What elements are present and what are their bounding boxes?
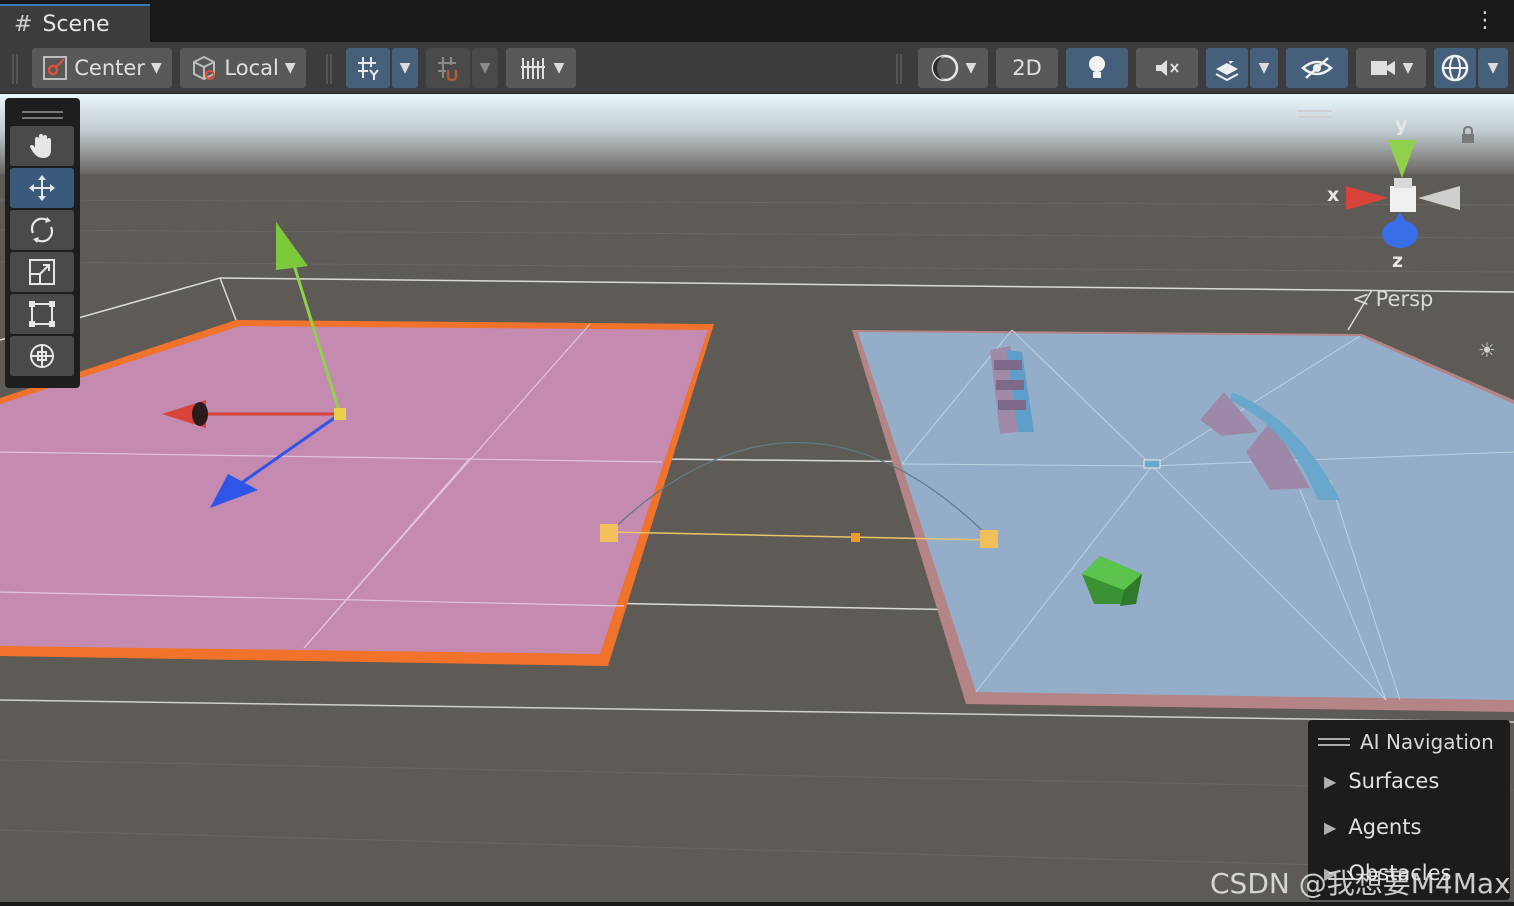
gizmos-toggle-button[interactable]: [1434, 48, 1476, 88]
effects-dropdown[interactable]: ▼: [1250, 48, 1278, 88]
grid-hash-icon: #: [14, 11, 33, 37]
chevron-down-icon: ▼: [965, 60, 977, 76]
tab-scene-label: Scene: [42, 11, 110, 37]
expand-triangle-icon: ▶: [1324, 817, 1337, 837]
eye-hidden-icon: [1301, 57, 1333, 79]
gizmo-globe-icon: [1441, 54, 1469, 82]
bottom-strip: [0, 902, 1514, 906]
pivot-center-dropdown[interactable]: Center ▼: [32, 48, 172, 88]
scale-icon: [29, 259, 55, 285]
overlay-grip[interactable]: [1298, 110, 1332, 118]
tab-scene[interactable]: # Scene: [0, 4, 150, 42]
toggle-2d-button[interactable]: 2D: [996, 48, 1058, 88]
watermark: CSDN @我想要M4Max: [1210, 867, 1511, 900]
layers-effects-icon: [1215, 56, 1239, 81]
grid-ruler-icon: [520, 58, 545, 79]
gizmo-z-label: z: [1392, 250, 1404, 272]
increment-snap-button[interactable]: [426, 48, 470, 88]
hand-icon: [30, 134, 51, 158]
more-options-icon[interactable]: ⋮: [1474, 8, 1496, 34]
projection-label: Persp: [1375, 287, 1434, 311]
rect-tool-button[interactable]: [10, 294, 74, 334]
move-tool-button[interactable]: [10, 168, 74, 208]
audio-muted-icon: [1156, 60, 1179, 76]
chevron-down-icon: ▼: [1258, 60, 1270, 76]
rotate-icon: [30, 217, 54, 243]
scene-canvas[interactable]: [0, 94, 1514, 902]
lock-icon[interactable]: [1460, 126, 1476, 144]
projection-toggle[interactable]: < Persp: [1352, 287, 1433, 311]
hand-tool-button[interactable]: [10, 126, 74, 166]
light-bulb-icon: [1089, 56, 1105, 78]
scene-viewport[interactable]: [0, 94, 1514, 902]
tab-bar: # Scene ⋮: [0, 0, 1514, 42]
space-label: Local: [224, 56, 279, 80]
chevron-left-icon: <: [1352, 287, 1370, 311]
rect-transform-icon: [29, 301, 55, 327]
draw-mode-dropdown[interactable]: ▼: [918, 48, 988, 88]
scale-tool-button[interactable]: [10, 252, 74, 292]
grid-snapping-button[interactable]: [346, 48, 390, 88]
sky-horizon: [0, 94, 1514, 174]
camera-icon: [1370, 61, 1395, 75]
rotate-tool-button[interactable]: [10, 210, 74, 250]
panel-grip-icon: [1318, 738, 1350, 746]
scene-toolbar: Center ▼ Local ▼ ▼ ▼ ▼ ▼ 2D ▼ ▼ ▼: [0, 42, 1514, 94]
chevron-down-icon: ▼: [284, 60, 296, 76]
gizmo-x-label: x: [1327, 184, 1340, 206]
move-arrows-icon: [29, 175, 55, 201]
camera-settings-dropdown[interactable]: ▼: [1356, 48, 1426, 88]
grid-snapping-dropdown[interactable]: ▼: [392, 48, 418, 88]
navmesh-plane[interactable]: [852, 329, 1514, 712]
effects-toggle-button[interactable]: [1206, 48, 1248, 88]
pivot-icon: [43, 56, 68, 80]
ai-navigation-title: AI Navigation: [1360, 730, 1494, 754]
transform-icon: [30, 344, 54, 368]
tools-overlay: [5, 98, 80, 388]
gizmos-dropdown[interactable]: ▼: [1478, 48, 1508, 88]
shaded-sphere-icon: [931, 54, 958, 82]
ai-navigation-header[interactable]: AI Navigation: [1318, 726, 1500, 758]
toolbar-grip[interactable]: [12, 54, 18, 84]
ai-nav-item-label: Agents: [1348, 815, 1422, 839]
toggle-2d-label: 2D: [1012, 56, 1042, 80]
hidden-objects-toggle-button[interactable]: [1286, 48, 1348, 88]
chevron-down-icon: ▼: [1487, 60, 1499, 76]
grid-snap-icon: [358, 57, 379, 80]
lighting-toggle-button[interactable]: [1066, 48, 1128, 88]
gizmo-y-label: y: [1395, 114, 1408, 136]
increment-snap-icon: [438, 57, 458, 82]
toolbar-grip[interactable]: [326, 54, 332, 84]
toolbar-grip[interactable]: [896, 54, 902, 84]
tools-grip[interactable]: [10, 104, 75, 126]
grid-visibility-dropdown[interactable]: ▼: [506, 48, 576, 88]
space-local-dropdown[interactable]: Local ▼: [180, 48, 306, 88]
ai-nav-item-agents[interactable]: ▶ Agents: [1318, 804, 1500, 850]
sun-icon: ☀: [1478, 338, 1496, 362]
local-cube-icon: [193, 55, 216, 81]
chevron-down-icon: ▼: [479, 60, 491, 76]
ai-nav-item-label: Surfaces: [1348, 769, 1440, 793]
chevron-down-icon: ▼: [1402, 60, 1414, 76]
selected-plane[interactable]: [0, 320, 714, 666]
chevron-down-icon: ▼: [150, 60, 162, 76]
increment-snap-dropdown[interactable]: ▼: [472, 48, 498, 88]
chevron-down-icon: ▼: [553, 60, 565, 76]
chevron-down-icon: ▼: [399, 60, 411, 76]
audio-toggle-button[interactable]: [1136, 48, 1198, 88]
pivot-label: Center: [74, 56, 145, 80]
ai-nav-item-surfaces[interactable]: ▶ Surfaces: [1318, 758, 1500, 804]
expand-triangle-icon: ▶: [1324, 771, 1337, 791]
transform-tool-button[interactable]: [10, 336, 74, 376]
